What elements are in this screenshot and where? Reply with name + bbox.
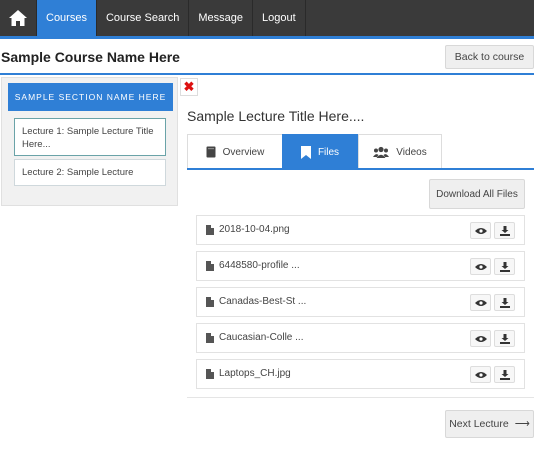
content-divider [187,397,534,398]
close-sidebar-button[interactable]: ✖ [180,78,198,96]
lecture-title: Sample Lecture Title Here.... [187,108,365,124]
download-icon [499,261,510,272]
file-row: 2018-10-04.png [196,215,525,245]
download-file-button[interactable] [494,330,515,347]
tab-overview[interactable]: Overview [187,134,283,170]
file-name: Caucasian-Colle ... [219,332,304,343]
download-icon [499,225,510,236]
file-icon [206,225,214,235]
preview-file-button[interactable] [470,366,491,383]
download-file-button[interactable] [494,366,515,383]
file-row: Canadas-Best-St ... [196,287,525,317]
next-lecture-button[interactable]: Next Lecture ⟶ [445,410,534,438]
course-title: Sample Course Name Here [1,49,180,65]
eye-icon [474,299,487,306]
next-lecture-label: Next Lecture [449,418,509,430]
preview-file-button[interactable] [470,258,491,275]
header-divider [0,73,534,75]
preview-file-button[interactable] [470,294,491,311]
top-nav: Courses Course Search Message Logout [0,0,534,36]
download-all-files-button[interactable]: Download All Files [429,179,525,209]
download-icon [499,297,510,308]
eye-icon [474,263,487,270]
book-icon [206,146,216,158]
nav-courses[interactable]: Courses [36,0,96,36]
download-file-button[interactable] [494,258,515,275]
close-icon: ✖ [183,79,195,94]
tab-videos[interactable]: Videos [358,134,442,170]
tab-overview-label: Overview [222,146,265,158]
file-row: 6448580-profile ... [196,251,525,281]
nav-course-search[interactable]: Course Search [95,0,188,36]
file-name: Canadas-Best-St ... [219,296,307,307]
tab-files-label: Files [317,146,340,158]
users-icon [373,146,390,158]
file-name: 6448580-profile ... [219,260,300,271]
download-icon [499,333,510,344]
file-name: Laptops_CH.jpg [219,368,291,379]
download-file-button[interactable] [494,294,515,311]
arrow-right-icon: ⟶ [514,418,530,430]
back-to-course-button[interactable]: Back to course [445,45,534,69]
tab-videos-label: Videos [396,146,427,158]
nav-logout[interactable]: Logout [251,0,306,36]
lecture-sidebar: SAMPLE SECTION NAME HERE Lecture 1: Samp… [1,77,178,206]
tabs-underline [187,168,534,170]
download-icon [499,369,510,380]
file-icon [206,261,214,271]
preview-file-button[interactable] [470,330,491,347]
file-row: Caucasian-Colle ... [196,323,525,353]
home-icon [9,10,27,26]
tab-files[interactable]: Files [282,134,358,170]
bookmark-icon [300,145,311,159]
nav-underline [0,36,534,39]
download-file-button[interactable] [494,222,515,239]
eye-icon [474,227,487,234]
lecture-item-2[interactable]: Lecture 2: Sample Lecture [14,159,166,186]
nav-message[interactable]: Message [188,0,252,36]
file-icon [206,333,214,343]
lecture-item-1[interactable]: Lecture 1: Sample Lecture Title Here... [14,118,166,156]
preview-file-button[interactable] [470,222,491,239]
file-icon [206,297,214,307]
file-name: 2018-10-04.png [219,224,290,235]
home-button[interactable] [0,0,36,36]
eye-icon [474,335,487,342]
eye-icon [474,371,487,378]
section-header[interactable]: SAMPLE SECTION NAME HERE [8,83,173,111]
file-icon [206,369,214,379]
file-row: Laptops_CH.jpg [196,359,525,389]
